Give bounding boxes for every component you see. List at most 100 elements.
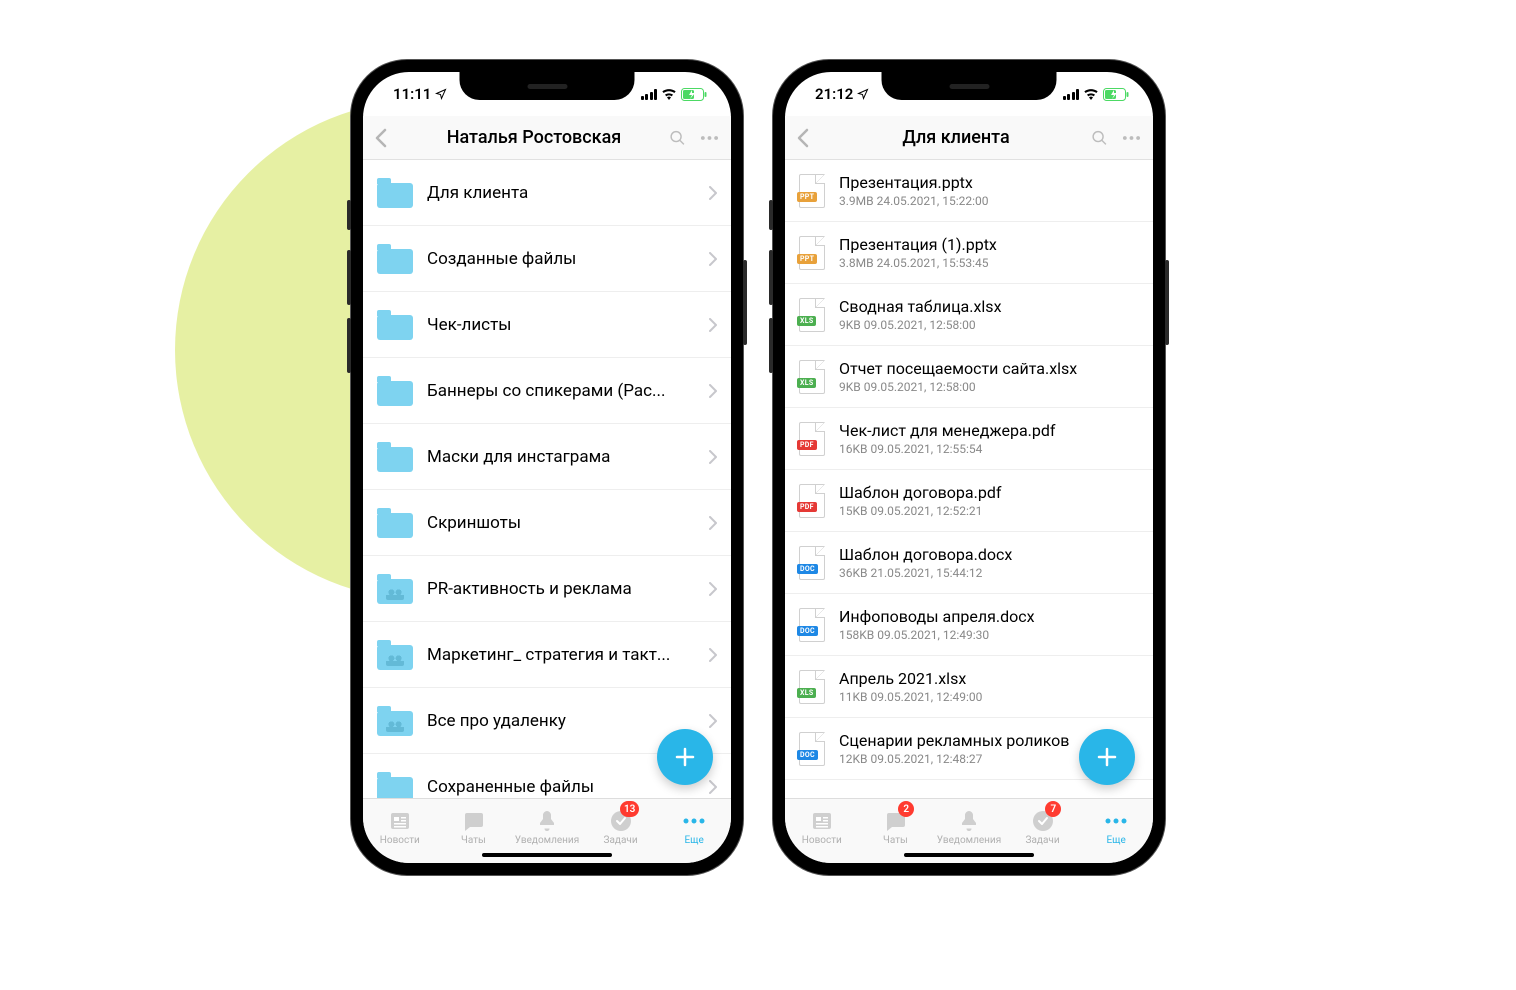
file-icon: PPT: [799, 236, 825, 270]
folder-row[interactable]: Маски для инстаграма: [363, 424, 731, 490]
home-indicator: [904, 853, 1034, 857]
folder-name: Баннеры со спикерами (Рас...: [413, 381, 709, 401]
phone-notch: [460, 72, 635, 100]
tab-label: Задачи: [604, 835, 638, 846]
phone-notch: [882, 72, 1057, 100]
more-icon[interactable]: [700, 135, 719, 141]
file-row[interactable]: PPT Презентация (1).pptx 3.8MB 24.05.202…: [785, 222, 1153, 284]
file-meta: 11KB 09.05.2021, 12:49:00: [839, 690, 1139, 704]
chevron-right-icon: [709, 582, 717, 596]
phone-mockup-left: 11:11 Наталья Ростовская: [351, 60, 743, 875]
tab-more[interactable]: Еще: [1079, 799, 1153, 855]
file-meta: 15KB 09.05.2021, 12:52:21: [839, 504, 1139, 518]
file-type-badge: XLS: [797, 316, 816, 326]
tab-chats[interactable]: Чаты: [437, 799, 511, 855]
folder-list[interactable]: Для клиента Созданные файлы Чек-листы Ба…: [363, 160, 731, 798]
tab-label: Задачи: [1026, 835, 1060, 846]
wifi-icon: [1083, 88, 1099, 100]
battery-icon: [681, 88, 707, 101]
tab-notifications[interactable]: Уведомления: [932, 799, 1006, 855]
tab-chats[interactable]: Чаты 2: [859, 799, 933, 855]
file-type-badge: XLS: [797, 688, 816, 698]
file-row[interactable]: DOC Инфоповоды апреля.docx 158KB 09.05.2…: [785, 594, 1153, 656]
tab-tasks[interactable]: Задачи 7: [1006, 799, 1080, 855]
more-icon[interactable]: [1122, 135, 1141, 141]
file-meta: 3.9MB 24.05.2021, 15:22:00: [839, 194, 1139, 208]
phone-button: [769, 250, 773, 305]
file-name: Чек-лист для менеджера.pdf: [839, 421, 1139, 440]
file-row[interactable]: PDF Шаблон договора.pdf 15KB 09.05.2021,…: [785, 470, 1153, 532]
nav-title: Для клиента: [821, 127, 1091, 148]
phone-button: [743, 260, 747, 345]
folder-icon: [377, 640, 413, 670]
file-icon: XLS: [799, 360, 825, 394]
back-icon[interactable]: [797, 128, 809, 148]
tab-notifications[interactable]: Уведомления: [510, 799, 584, 855]
folder-icon: [377, 574, 413, 604]
tab-badge: 2: [898, 801, 914, 817]
add-button[interactable]: [657, 729, 713, 785]
file-row[interactable]: DOC Шаблон договора.docx 36KB 21.05.2021…: [785, 532, 1153, 594]
location-icon: [857, 88, 869, 100]
notifications-icon: [956, 809, 982, 833]
file-row[interactable]: XLS Апрель 2021.xlsx 11KB 09.05.2021, 12…: [785, 656, 1153, 718]
notifications-icon: [534, 809, 560, 833]
phone-button: [347, 200, 351, 230]
file-row[interactable]: PDF Чек-лист для менеджера.pdf 16KB 09.0…: [785, 408, 1153, 470]
folder-row[interactable]: Для клиента: [363, 160, 731, 226]
search-icon[interactable]: [1091, 129, 1108, 147]
phone-button: [1165, 260, 1169, 345]
signal-icon: [1063, 89, 1080, 100]
tab-news[interactable]: Новости: [785, 799, 859, 855]
tab-label: Чаты: [883, 835, 908, 846]
location-icon: [435, 88, 447, 100]
file-type-badge: XLS: [797, 378, 816, 388]
chats-icon: [460, 809, 486, 833]
folder-name: Чек-листы: [413, 315, 709, 335]
file-icon: PPT: [799, 174, 825, 208]
phone-button: [347, 250, 351, 305]
folder-icon: [377, 376, 413, 406]
folder-icon: [377, 706, 413, 736]
folder-row[interactable]: Скриншоты: [363, 490, 731, 556]
add-button[interactable]: [1079, 729, 1135, 785]
nav-header: Для клиента: [785, 116, 1153, 160]
plus-icon: [673, 745, 697, 769]
folder-row[interactable]: Чек-листы: [363, 292, 731, 358]
search-icon[interactable]: [669, 129, 686, 147]
file-row[interactable]: XLS Отчет посещаемости сайта.xlsx 9KB 09…: [785, 346, 1153, 408]
status-time: 21:12: [815, 85, 853, 103]
tab-tasks[interactable]: Задачи 13: [584, 799, 658, 855]
chevron-right-icon: [709, 186, 717, 200]
tab-label: Новости: [380, 835, 420, 846]
news-icon: [387, 809, 413, 833]
file-name: Презентация (1).pptx: [839, 235, 1139, 254]
folder-row[interactable]: Маркетинг_ стратегия и такт...: [363, 622, 731, 688]
folder-row[interactable]: Баннеры со спикерами (Рас...: [363, 358, 731, 424]
chevron-right-icon: [709, 450, 717, 464]
file-type-badge: PPT: [797, 192, 817, 202]
file-meta: 36KB 21.05.2021, 15:44:12: [839, 566, 1139, 580]
signal-icon: [641, 89, 658, 100]
file-row[interactable]: PPT Презентация.pptx 3.9MB 24.05.2021, 1…: [785, 160, 1153, 222]
back-icon[interactable]: [375, 128, 387, 148]
tab-news[interactable]: Новости: [363, 799, 437, 855]
file-type-badge: PPT: [797, 254, 817, 264]
chevron-right-icon: [709, 252, 717, 266]
folder-row[interactable]: PR-активность и реклама: [363, 556, 731, 622]
nav-title: Наталья Ростовская: [399, 127, 669, 148]
file-row[interactable]: XLS Сводная таблица.xlsx 9KB 09.05.2021,…: [785, 284, 1153, 346]
folder-row[interactable]: Созданные файлы: [363, 226, 731, 292]
file-icon: XLS: [799, 298, 825, 332]
tab-badge: 7: [1045, 801, 1061, 817]
tab-more[interactable]: Еще: [657, 799, 731, 855]
folder-icon: [377, 244, 413, 274]
file-name: Шаблон договора.pdf: [839, 483, 1139, 502]
file-list[interactable]: PPT Презентация.pptx 3.9MB 24.05.2021, 1…: [785, 160, 1153, 798]
more-icon: [1103, 809, 1129, 833]
home-indicator: [482, 853, 612, 857]
chevron-right-icon: [709, 780, 717, 794]
chevron-right-icon: [709, 714, 717, 728]
tab-label: Уведомления: [937, 835, 1001, 846]
chevron-right-icon: [709, 384, 717, 398]
